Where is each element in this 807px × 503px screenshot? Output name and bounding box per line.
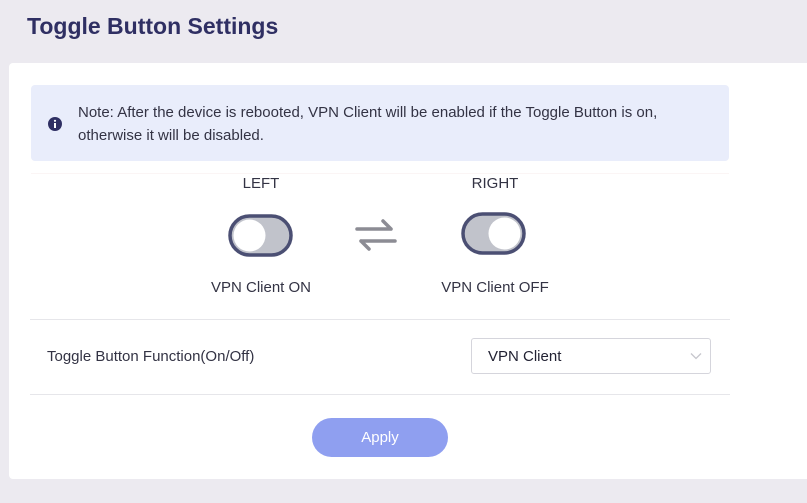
page-title: Toggle Button Settings xyxy=(27,13,279,39)
divider xyxy=(30,319,730,320)
select-value: VPN Client xyxy=(488,348,562,365)
toggle-function-select[interactable]: VPN Client xyxy=(471,338,711,374)
divider xyxy=(30,394,730,395)
right-state-label: VPN Client OFF xyxy=(441,279,549,296)
note-banner: Note: After the device is rebooted, VPN … xyxy=(31,85,729,161)
left-position-label: LEFT xyxy=(242,175,280,192)
settings-card: Note: After the device is rebooted, VPN … xyxy=(9,63,807,479)
toggle-right-icon xyxy=(461,212,526,255)
left-state-label: VPN Client ON xyxy=(210,279,312,296)
toggle-left-icon xyxy=(228,214,293,257)
right-position-label: RIGHT xyxy=(471,175,519,192)
note-text: Note: After the device is rebooted, VPN … xyxy=(78,104,658,144)
toggle-function-label: Toggle Button Function(On/Off) xyxy=(47,348,255,365)
divider xyxy=(31,173,729,174)
chevron-down-icon xyxy=(690,353,702,360)
apply-button[interactable]: Apply xyxy=(312,418,448,457)
swap-arrows-icon xyxy=(355,219,397,251)
info-icon xyxy=(48,117,62,131)
